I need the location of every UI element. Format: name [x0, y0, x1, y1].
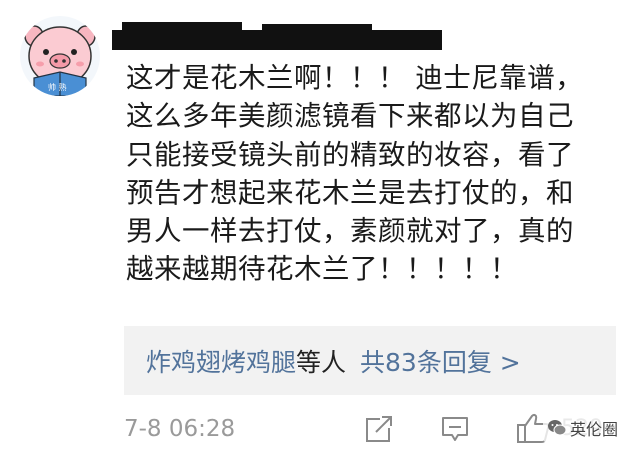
comment-line: 预告才想起来花木兰是去打仗的，和 — [126, 176, 574, 209]
avatar-book-text: 帅 熟 — [48, 82, 67, 92]
pig-avatar-icon: 帅 熟 — [24, 25, 96, 96]
wechat-icon — [547, 420, 567, 436]
comment-line: 越来越期待花木兰了！！！！！ — [126, 253, 518, 286]
comment-icon[interactable] — [440, 414, 470, 444]
comment-timestamp: 7-8 06:28 — [124, 416, 236, 442]
reply-count-link[interactable]: 共83条回复 > — [360, 343, 521, 379]
comment-text: 这才是花木兰啊！！！ 迪士尼靠谱， 这么多年美颜滤镜看下来都以为自己 只能接受镜… — [126, 59, 626, 289]
comment-line: 这么多年美颜滤镜看下来都以为自己 — [126, 100, 574, 133]
share-icon[interactable] — [364, 414, 394, 444]
user-avatar[interactable]: 帅 熟 — [20, 16, 100, 96]
reply-users-link[interactable]: 炸鸡翅烤鸡腿 — [146, 343, 296, 379]
comment-line: 只能接受镜头前的精致的妆容，看了 — [126, 138, 574, 171]
watermark: 英伦圈 — [542, 414, 622, 442]
comment-line: 这才是花木兰啊！！！ 迪士尼靠谱， — [126, 62, 584, 94]
comment-line: 男人一样去打仗，素颜就对了，真的 — [126, 215, 574, 248]
replies-preview[interactable]: 炸鸡翅烤鸡腿 等人 共83条回复 > — [124, 326, 616, 395]
watermark-text: 英伦圈 — [569, 420, 618, 439]
username-redacted[interactable] — [112, 22, 442, 52]
reply-users-suffix: 等人 — [296, 347, 347, 377]
